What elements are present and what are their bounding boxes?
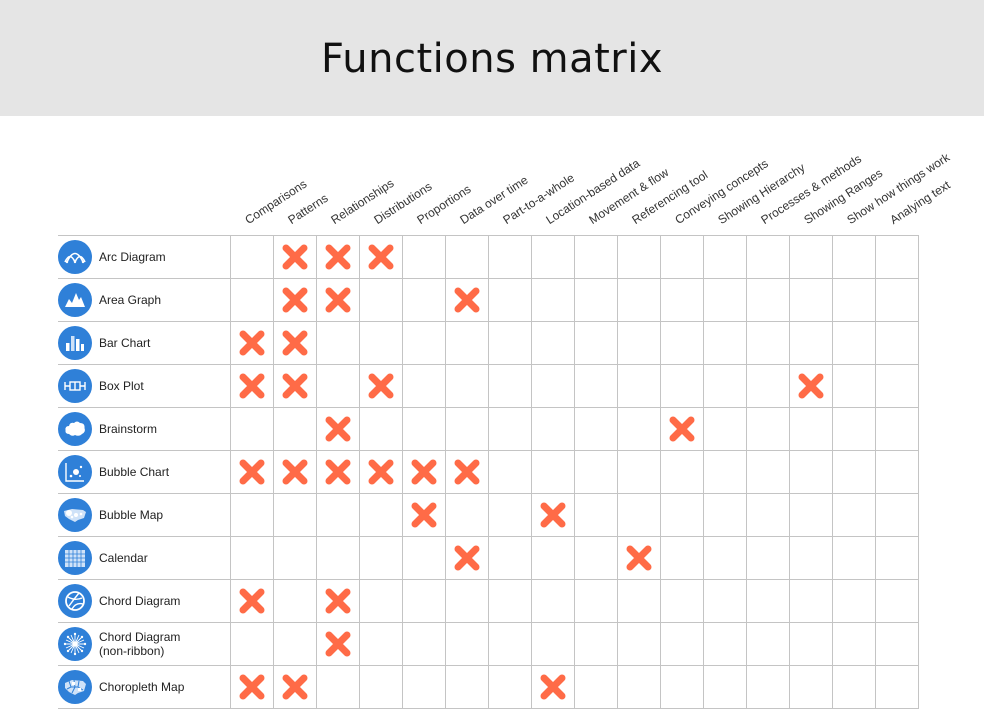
row-name: Chord Diagram [99, 593, 181, 608]
x-mark-icon [316, 278, 359, 321]
grid-column-line [746, 235, 747, 709]
row-name-line: (non-ribbon) [99, 643, 165, 658]
row-label: Arc Diagram [58, 235, 230, 278]
grid-column-line [703, 235, 704, 709]
grid-column-line [832, 235, 833, 709]
grid-column-line [789, 235, 790, 709]
box-plot-icon [58, 368, 92, 403]
x-mark-icon [359, 450, 402, 493]
row-label: Area Graph [58, 278, 230, 321]
choropleth-map-icon [58, 669, 92, 704]
grid-column-line [875, 235, 876, 709]
x-mark-icon [531, 665, 574, 708]
row-label: Brainstorm [58, 407, 230, 450]
x-mark-icon [316, 450, 359, 493]
chord-non-ribbon-icon [58, 626, 92, 661]
bubble-map-icon [58, 497, 92, 532]
x-mark-icon [273, 235, 316, 278]
row-label: Bubble Map [58, 493, 230, 536]
row-name: Calendar [99, 550, 148, 565]
x-mark-icon [230, 665, 273, 708]
x-mark-icon [660, 407, 703, 450]
row-label: Bubble Chart [58, 450, 230, 493]
row-name: Bubble Map [99, 507, 164, 522]
grid-column-line [617, 235, 618, 709]
x-mark-icon [230, 321, 273, 364]
x-mark-icon [402, 493, 445, 536]
row-label: Box Plot [58, 364, 230, 407]
row-name-line: Chord Diagram [99, 629, 181, 644]
x-mark-icon [273, 321, 316, 364]
x-mark-icon [402, 450, 445, 493]
grid-column-line [488, 235, 489, 709]
grid-column-line [918, 235, 919, 709]
x-mark-icon [316, 622, 359, 665]
x-mark-icon [445, 278, 488, 321]
row-name: Chord Diagram (non-ribbon) [99, 630, 180, 658]
brainstorm-icon [58, 411, 92, 446]
x-mark-icon [273, 278, 316, 321]
x-mark-icon [316, 235, 359, 278]
grid-column-line [660, 235, 661, 709]
x-mark-icon [359, 364, 402, 407]
x-mark-icon [316, 579, 359, 622]
x-mark-icon [617, 536, 660, 579]
row-name: Arc Diagram [99, 249, 166, 264]
x-mark-icon [445, 450, 488, 493]
row-label: Calendar [58, 536, 230, 579]
x-mark-icon [273, 665, 316, 708]
row-label: Choropleth Map [58, 665, 230, 708]
row-name: Bubble Chart [99, 464, 170, 479]
x-mark-icon [359, 235, 402, 278]
bar-chart-icon [58, 325, 92, 360]
row-label: Chord Diagram [58, 579, 230, 622]
x-mark-icon [230, 450, 273, 493]
row-name: Box Plot [99, 378, 144, 393]
grid-column-line [574, 235, 575, 709]
row-name: Choropleth Map [99, 679, 185, 694]
x-mark-icon [273, 364, 316, 407]
x-mark-icon [789, 364, 832, 407]
row-name: Brainstorm [99, 421, 158, 436]
x-mark-icon [230, 364, 273, 407]
grid-column-line [531, 235, 532, 709]
area-graph-icon [58, 282, 92, 317]
chord-diagram-icon [58, 583, 92, 618]
row-label: Chord Diagram (non-ribbon) [58, 622, 230, 665]
bubble-chart-icon [58, 454, 92, 489]
calendar-icon [58, 540, 92, 575]
row-label: Bar Chart [58, 321, 230, 364]
x-mark-icon [531, 493, 574, 536]
row-name: Area Graph [99, 292, 162, 307]
x-mark-icon [273, 450, 316, 493]
x-mark-icon [230, 579, 273, 622]
page-title: Functions matrix [320, 36, 664, 82]
arc-diagram-icon [58, 239, 92, 274]
x-mark-icon [445, 536, 488, 579]
x-mark-icon [316, 407, 359, 450]
row-name: Bar Chart [99, 335, 151, 350]
